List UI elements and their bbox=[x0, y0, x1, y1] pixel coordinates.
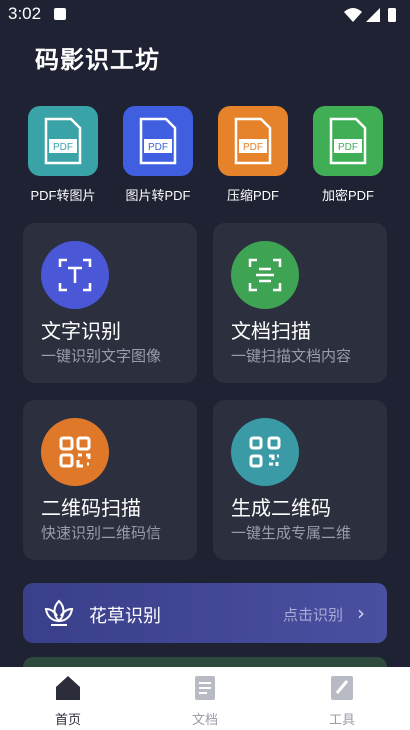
svg-text:PDF: PDF bbox=[53, 142, 73, 153]
document-scan-icon bbox=[231, 241, 299, 309]
compress-pdf-icon: PDF bbox=[218, 106, 288, 176]
nav-tools[interactable]: 工具 bbox=[302, 673, 382, 728]
battery-icon bbox=[388, 8, 396, 22]
qr-scan-icon bbox=[41, 418, 109, 486]
card-qr-scan[interactable]: 二维码扫描 快速识别二维码信 bbox=[23, 400, 197, 560]
nav-home[interactable]: 首页 bbox=[28, 673, 108, 728]
status-bar: 3:02 bbox=[0, 0, 410, 30]
nav-label: 首页 bbox=[54, 713, 81, 728]
bottom-nav: 首页 文档 工具 bbox=[0, 667, 410, 730]
nav-label: 文档 bbox=[191, 713, 218, 728]
svg-text:PDF: PDF bbox=[148, 142, 168, 153]
tool-image-to-pdf[interactable]: PDF 图片转PDF bbox=[110, 106, 206, 204]
card-subtitle: 一键识别文字图像 bbox=[41, 347, 162, 365]
card-subtitle: 一键生成专属二维 bbox=[231, 524, 352, 542]
card-subtitle: 快速识别二维码信 bbox=[41, 524, 162, 542]
card-qr-generate[interactable]: 生成二维码 一键生成专属二维 bbox=[213, 400, 387, 560]
tool-label: PDF转图片 bbox=[30, 188, 96, 203]
nav-label: 工具 bbox=[328, 713, 355, 728]
document-icon bbox=[195, 676, 215, 700]
nav-documents[interactable]: 文档 bbox=[165, 673, 245, 728]
text-recognition-icon bbox=[41, 241, 109, 309]
tool-label: 压缩PDF bbox=[226, 188, 279, 203]
card-title: 二维码扫描 bbox=[41, 496, 141, 520]
status-icons bbox=[344, 8, 396, 22]
app-title: 码影识工坊 bbox=[35, 46, 160, 74]
pdf-to-image-icon: PDF bbox=[28, 106, 98, 176]
notification-icon bbox=[54, 8, 66, 20]
next-banner-peek bbox=[23, 657, 387, 667]
card-document-scan[interactable]: 文档扫描 一键扫描文档内容 bbox=[213, 223, 387, 383]
card-subtitle: 一键扫描文档内容 bbox=[231, 347, 352, 365]
svg-text:PDF: PDF bbox=[243, 142, 263, 153]
tools-icon bbox=[331, 676, 353, 700]
tool-label: 加密PDF bbox=[321, 188, 374, 203]
signal-icon bbox=[366, 8, 380, 22]
banner-title: 花草识别 bbox=[89, 606, 161, 627]
svg-text:PDF: PDF bbox=[338, 142, 358, 153]
card-text-recognition[interactable]: 文字识别 一键识别文字图像 bbox=[23, 223, 197, 383]
flower-recognition-banner[interactable]: 花草识别 点击识别 › bbox=[23, 583, 387, 643]
chevron-right-icon: › bbox=[357, 601, 365, 625]
tool-label: 图片转PDF bbox=[125, 188, 191, 203]
wifi-icon bbox=[344, 8, 362, 22]
banner-action[interactable]: 点击识别 bbox=[283, 604, 343, 625]
encrypt-pdf-icon: PDF bbox=[313, 106, 383, 176]
card-title: 生成二维码 bbox=[231, 496, 331, 520]
tool-compress-pdf[interactable]: PDF 压缩PDF bbox=[205, 106, 301, 204]
image-to-pdf-icon: PDF bbox=[123, 106, 193, 176]
card-title: 文档扫描 bbox=[231, 319, 311, 343]
home-icon bbox=[56, 676, 80, 700]
lotus-icon bbox=[44, 599, 74, 626]
tool-pdf-to-image[interactable]: PDF PDF转图片 bbox=[15, 106, 111, 204]
tool-encrypt-pdf[interactable]: PDF 加密PDF bbox=[300, 106, 396, 204]
status-time: 3:02 bbox=[8, 4, 42, 23]
qr-generate-icon bbox=[231, 418, 299, 486]
card-title: 文字识别 bbox=[41, 319, 121, 343]
